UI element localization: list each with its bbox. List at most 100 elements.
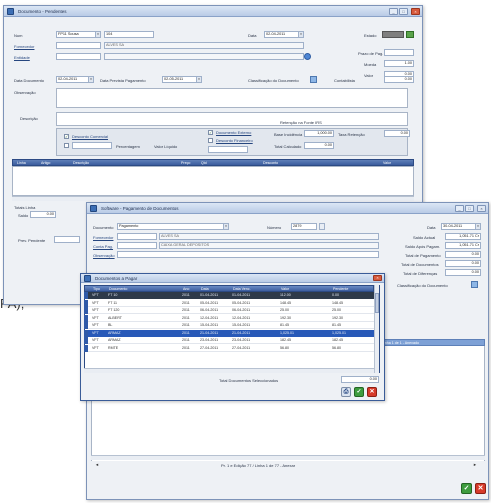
desconto-comercial-checkbox[interactable] xyxy=(64,134,69,139)
pendente-field[interactable] xyxy=(54,236,80,243)
col-linha[interactable]: Linha xyxy=(17,161,26,165)
docs-cancel-button[interactable]: ✕ xyxy=(367,387,377,397)
obs-textarea[interactable] xyxy=(56,88,408,108)
numero-field[interactable]: 2879 xyxy=(291,223,317,230)
col-descricao[interactable]: Descrição xyxy=(73,161,89,165)
desconto-financeiro-checkbox[interactable] xyxy=(64,143,69,148)
nav-next-icon[interactable]: ► xyxy=(473,462,477,467)
row-indicator[interactable] xyxy=(84,299,88,307)
docs-ok-button[interactable]: ✓ xyxy=(354,387,364,397)
num-field[interactable]: 104 xyxy=(104,31,154,38)
prazo-field[interactable] xyxy=(384,49,414,56)
payment-grid-hscroll[interactable] xyxy=(91,455,485,460)
doc-cell-valor: 56.80 xyxy=(280,345,289,350)
payment-cancel-button[interactable]: ✕ xyxy=(475,483,486,494)
row-indicator[interactable] xyxy=(84,314,88,322)
fornecedor-label[interactable]: Fornecedor xyxy=(14,44,34,49)
col-data[interactable]: Data xyxy=(201,287,209,291)
taxa-field[interactable]: 0.00 xyxy=(384,130,410,137)
docs-vscroll[interactable] xyxy=(374,285,379,373)
doc-cell-venc: 27-04-2011 xyxy=(232,345,251,350)
classificacao-button[interactable] xyxy=(310,76,317,83)
contabil-field[interactable]: 0.00 xyxy=(384,76,414,83)
doc-cell-tipo: VFT xyxy=(92,338,99,342)
saldo-field[interactable]: 0.00 xyxy=(30,211,56,218)
pay-date-field[interactable]: 02-05-2011 ▾ xyxy=(162,76,202,83)
doc-row[interactable]: VFT FT 11 2011 05-04-2011 05-04-2011 148.45 14… xyxy=(84,299,374,307)
observ-label[interactable]: Observação xyxy=(93,253,115,258)
doc-cell-doc: FT 120 xyxy=(108,308,120,312)
maximize-button[interactable]: □ xyxy=(399,8,408,15)
col-preco[interactable]: Preço xyxy=(181,161,190,165)
payment-title-bar[interactable]: Software - Pagamento de Documentos _ □ × xyxy=(87,203,488,214)
col-tipo[interactable]: Tipo xyxy=(93,287,100,291)
descricao-textarea[interactable] xyxy=(56,112,408,126)
fornecedor-code-field-2[interactable] xyxy=(117,233,157,240)
num-series-field[interactable]: FP11 Sousa ▾ xyxy=(56,31,101,38)
col-qtd[interactable]: Qtd xyxy=(201,161,207,165)
payment-minimize-button[interactable]: _ xyxy=(455,205,464,212)
close-button[interactable]: × xyxy=(411,8,420,15)
data-field[interactable]: 30-04-2011 ▾ xyxy=(441,223,481,230)
observ-field[interactable] xyxy=(117,251,379,258)
col-artigo[interactable]: Artigo xyxy=(41,161,50,165)
doc-row[interactable]: VFT ALBERT 2011 12-04-2011 12-04-2011 192.30 1… xyxy=(84,314,374,322)
docs-close-button[interactable]: × xyxy=(373,275,382,281)
row-indicator[interactable] xyxy=(84,337,88,344)
conta-code-field[interactable] xyxy=(117,242,157,249)
numero-spin[interactable] xyxy=(319,223,325,230)
percent-field[interactable] xyxy=(72,142,112,149)
col-valor[interactable]: Valor xyxy=(281,287,289,291)
moeda-field[interactable]: 1.00 xyxy=(384,60,414,67)
docs-title-bar[interactable]: Documentos a Pagar × xyxy=(81,274,384,283)
row-indicator[interactable] xyxy=(84,329,88,337)
doc-row[interactable]: VFT BL 2011 15-04-2011 15-04-2011 81.45 81.45 xyxy=(84,322,374,329)
lines-grid[interactable] xyxy=(12,166,414,196)
payment-close-button[interactable]: × xyxy=(477,205,486,212)
col-documento[interactable]: Documento xyxy=(109,287,127,291)
row-indicator[interactable] xyxy=(84,292,88,299)
doc-row[interactable]: VFT FT 120 2011 06-04-2011 06-04-2011 25.00 25… xyxy=(84,307,374,314)
documento-select[interactable]: Pagamento ▾ xyxy=(117,223,229,230)
payment-class-button[interactable] xyxy=(471,281,478,288)
col-pendente[interactable]: Pendente xyxy=(333,287,348,291)
total-field[interactable]: 0.00 xyxy=(304,142,334,149)
doc-date-field[interactable]: 02-04-2011 ▾ xyxy=(56,76,94,83)
doc-externo-checkbox[interactable] xyxy=(208,130,213,135)
date-field[interactable]: 02-04-2011 ▾ xyxy=(264,31,304,38)
row-indicator[interactable] xyxy=(84,344,88,352)
fornecedor-code-field[interactable] xyxy=(56,42,101,49)
obs2-field[interactable] xyxy=(208,146,248,153)
row-indicator[interactable] xyxy=(84,307,88,314)
title-bar[interactable]: Documento - Pendentes _ □ × xyxy=(4,6,422,17)
col-ano[interactable]: Ano xyxy=(183,287,189,291)
minimize-button[interactable]: _ xyxy=(389,8,398,15)
estado-label: Estado xyxy=(364,33,377,38)
info-icon[interactable] xyxy=(304,53,311,60)
summary-field-1: 1,051.71 Cr xyxy=(445,242,481,249)
entidade-label[interactable]: Entidade xyxy=(14,55,30,60)
conta-label[interactable]: Conta Pag. xyxy=(93,244,113,249)
col-data-venc[interactable]: Data Venc. xyxy=(233,287,251,291)
doc-cell-venc: 15-04-2011 xyxy=(232,323,251,327)
fornecedor-label-2[interactable]: Fornecedor xyxy=(93,235,113,240)
docs-vscroll-thumb[interactable] xyxy=(375,293,379,313)
doc-row[interactable]: VFT ARMAZ 2011 23-04-2011 23-04-2011 182.45 18… xyxy=(84,337,374,344)
entidade-code-field[interactable] xyxy=(56,53,101,60)
row-indicator[interactable] xyxy=(84,322,88,329)
doc-cell-doc: FT 10 xyxy=(108,293,118,297)
lines-grid-hscroll[interactable] xyxy=(12,196,414,201)
payment-ok-button[interactable]: ✓ xyxy=(461,483,472,494)
payment-maximize-button[interactable]: □ xyxy=(465,205,474,212)
doc-row[interactable]: VFT ARMAZ 2011 21-04-2011 21-04-2011 1,025.01… xyxy=(84,329,374,337)
desconto-fin-checkbox2[interactable] xyxy=(208,138,213,143)
doc-row[interactable]: VFT FT 10 2011 01-04-2011 01-04-2011 112.00 0.… xyxy=(84,292,374,299)
base-field[interactable]: 1,000.00 xyxy=(304,130,334,137)
doc-row[interactable]: VFT RMTE 2011 27-04-2011 27-04-2011 56.80 56.8… xyxy=(84,344,374,352)
summary-field-4: 0.00 xyxy=(445,269,481,276)
docs-save-button[interactable]: ⎙ xyxy=(341,387,351,397)
docs-hscroll[interactable] xyxy=(84,368,374,373)
col-desconto[interactable]: Desconto xyxy=(263,161,278,165)
nav-prev-icon[interactable]: ◄ xyxy=(95,462,99,467)
col-valor[interactable]: Valor xyxy=(383,161,391,165)
